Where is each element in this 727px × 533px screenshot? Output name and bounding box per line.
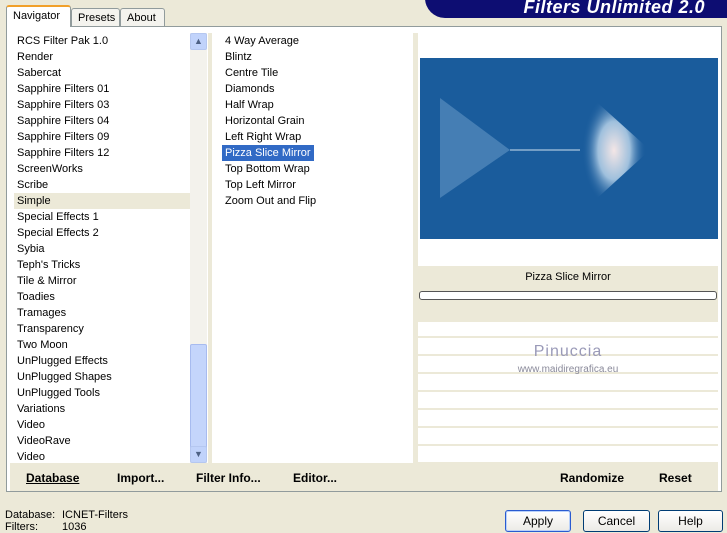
database-button[interactable]: Database xyxy=(26,471,79,485)
list-item[interactable]: Tramages xyxy=(14,305,190,321)
scroll-up-icon[interactable]: ▲ xyxy=(190,33,207,50)
editor-button[interactable]: Editor... xyxy=(293,471,337,485)
list-item[interactable]: 4 Way Average xyxy=(222,33,412,49)
list-item[interactable]: Sybia xyxy=(14,241,190,257)
parameter-row xyxy=(418,412,718,428)
progress-bar xyxy=(419,291,717,300)
list-item[interactable]: UnPlugged Tools xyxy=(14,385,190,401)
database-status-value: ICNET-Filters xyxy=(62,509,128,521)
list-item[interactable]: Sapphire Filters 04 xyxy=(14,113,190,129)
list-item[interactable]: Diamonds xyxy=(222,81,412,97)
list-item[interactable]: Tile & Mirror xyxy=(14,273,190,289)
list-item[interactable]: UnPlugged Effects xyxy=(14,353,190,369)
import-button[interactable]: Import... xyxy=(117,471,164,485)
list-item[interactable]: Transparency xyxy=(14,321,190,337)
list-item[interactable]: Blintz xyxy=(222,49,412,65)
parameter-row xyxy=(418,430,718,446)
parameter-row xyxy=(418,376,718,392)
list-item[interactable]: Sabercat xyxy=(14,65,190,81)
list-item[interactable]: Render xyxy=(14,49,190,65)
list-item[interactable]: Top Bottom Wrap xyxy=(222,161,412,177)
list-item[interactable]: Horizontal Grain xyxy=(222,113,412,129)
list-item[interactable]: Left Right Wrap xyxy=(222,129,412,145)
scroll-down-icon[interactable]: ▼ xyxy=(190,446,207,463)
scroll-thumb[interactable] xyxy=(190,344,207,451)
list-item[interactable]: Zoom Out and Flip xyxy=(222,193,412,209)
list-item[interactable]: RCS Filter Pak 1.0 xyxy=(14,33,190,49)
list-item[interactable]: Special Effects 2 xyxy=(14,225,190,241)
list-item[interactable]: Simple xyxy=(14,193,190,209)
category-scrollbar[interactable]: ▲ ▼ xyxy=(190,33,207,463)
randomize-button[interactable]: Randomize xyxy=(560,471,624,485)
filter-info-button[interactable]: Filter Info... xyxy=(196,471,261,485)
watermark-url: www.maidiregrafica.eu xyxy=(517,364,619,375)
list-item[interactable]: ScreenWorks xyxy=(14,161,190,177)
filters-count-value: 1036 xyxy=(62,521,87,533)
preview-image xyxy=(420,58,718,239)
apply-button[interactable]: Apply xyxy=(505,510,571,532)
list-item[interactable]: Teph's Tricks xyxy=(14,257,190,273)
tab-navigator[interactable]: Navigator xyxy=(6,5,71,27)
list-item[interactable]: Variations xyxy=(14,401,190,417)
parameter-row xyxy=(418,322,718,338)
database-status-label: Database: xyxy=(5,509,56,521)
list-item[interactable]: Scribe xyxy=(14,177,190,193)
tab-presets[interactable]: Presets xyxy=(71,8,120,27)
list-item[interactable]: Sapphire Filters 09 xyxy=(14,129,190,145)
list-item[interactable]: Sapphire Filters 01 xyxy=(14,81,190,97)
list-item[interactable]: UnPlugged Shapes xyxy=(14,369,190,385)
list-item[interactable]: Half Wrap xyxy=(222,97,412,113)
parameter-row xyxy=(418,394,718,410)
help-button[interactable]: Help xyxy=(658,510,723,532)
filters-count-label: Filters: xyxy=(5,521,38,533)
list-item[interactable]: Sapphire Filters 03 xyxy=(14,97,190,113)
filter-name-label: Pizza Slice Mirror xyxy=(525,271,611,283)
tab-about[interactable]: About xyxy=(120,8,165,27)
list-item[interactable]: Top Left Mirror xyxy=(222,177,412,193)
list-item[interactable]: Two Moon xyxy=(14,337,190,353)
category-list[interactable]: RCS Filter Pak 1.0 Render Sabercat Sapphire… xyxy=(14,33,190,465)
list-item[interactable]: Video xyxy=(14,417,190,433)
filter-list[interactable]: 4 Way Average Blintz Centre Tile Diamonds Ha… xyxy=(222,33,412,209)
reset-button[interactable]: Reset xyxy=(659,471,692,485)
parameter-row xyxy=(418,448,718,464)
list-item[interactable]: Sapphire Filters 12 xyxy=(14,145,190,161)
watermark-name: Pinuccia xyxy=(533,343,603,360)
list-item[interactable]: Centre Tile xyxy=(222,65,412,81)
list-item[interactable]: Toadies xyxy=(14,289,190,305)
title-banner: Filters Unlimited 2.0 xyxy=(425,0,727,18)
list-item[interactable]: VideoRave xyxy=(14,433,190,449)
list-item[interactable]: Special Effects 1 xyxy=(14,209,190,225)
cancel-button[interactable]: Cancel xyxy=(583,510,650,532)
list-item[interactable]: Pizza Slice Mirror xyxy=(222,145,314,161)
